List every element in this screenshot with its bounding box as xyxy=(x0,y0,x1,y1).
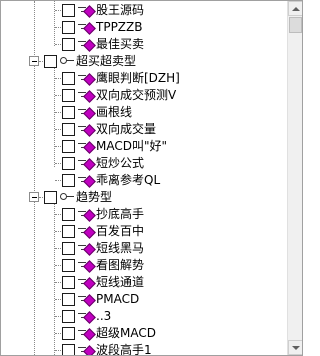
list-item[interactable]: 画根线 xyxy=(1,104,286,121)
item-label: 抄底高手 xyxy=(96,207,145,221)
key-icon xyxy=(60,55,74,67)
checkbox[interactable] xyxy=(62,174,75,187)
item-label: 百发百中 xyxy=(96,224,145,238)
checkbox[interactable] xyxy=(62,106,75,119)
checkbox[interactable] xyxy=(62,208,75,221)
formula-icon xyxy=(78,344,96,355)
checkbox[interactable] xyxy=(62,327,75,340)
list-item[interactable]: 百发百中 xyxy=(1,223,286,240)
checkbox[interactable] xyxy=(62,38,75,51)
scroll-up-button[interactable] xyxy=(288,1,302,16)
list-item[interactable]: 短线通道 xyxy=(1,274,286,291)
checkbox[interactable] xyxy=(62,344,75,355)
formula-icon xyxy=(78,259,96,273)
list-item[interactable]: 抄底高手 xyxy=(1,206,286,223)
list-item[interactable]: 乖离参考QL xyxy=(1,172,286,189)
item-label: 看图解势 xyxy=(96,258,145,272)
checkbox[interactable] xyxy=(62,140,75,153)
checkbox[interactable] xyxy=(62,123,75,136)
list-item[interactable]: ..3 xyxy=(1,308,286,325)
chevron-down-icon xyxy=(292,346,300,350)
item-label: 鹰眼判断[DZH] xyxy=(96,71,180,85)
checkbox[interactable] xyxy=(62,293,75,306)
collapse-toggle[interactable] xyxy=(29,56,39,66)
scroll-down-button[interactable] xyxy=(288,340,302,355)
item-label: PMACD xyxy=(96,292,140,306)
item-label: 双向成交量 xyxy=(96,122,157,136)
list-item[interactable]: 波段高手1 xyxy=(1,342,286,356)
item-label: 超级MACD xyxy=(96,326,156,340)
chevron-up-icon xyxy=(292,7,300,11)
list-item[interactable]: 双向成交预测V xyxy=(1,87,286,104)
formula-tree-panel: 股王源码 TPPZZB 最佳买卖 超买超卖型 鹰眼判断[DZH] 双向成交预测V… xyxy=(0,0,303,356)
formula-icon xyxy=(78,310,96,324)
checkbox[interactable] xyxy=(62,72,75,85)
formula-icon xyxy=(78,174,96,188)
formula-icon xyxy=(78,21,96,35)
checkbox[interactable] xyxy=(62,242,75,255)
list-item[interactable]: 看图解势 xyxy=(1,257,286,274)
checkbox[interactable] xyxy=(44,191,57,204)
formula-icon xyxy=(78,4,96,18)
list-item[interactable]: PMACD xyxy=(1,291,286,308)
tree-group-trend[interactable]: 趋势型 xyxy=(1,189,286,206)
group-label: 超买超卖型 xyxy=(76,54,137,68)
item-label: 双向成交预测V xyxy=(96,88,177,102)
group-label: 趋势型 xyxy=(76,190,113,204)
key-icon xyxy=(60,191,74,203)
list-item[interactable]: 最佳买卖 xyxy=(1,36,286,53)
checkbox[interactable] xyxy=(44,55,57,68)
checkbox[interactable] xyxy=(62,225,75,238)
formula-icon xyxy=(78,106,96,120)
checkbox[interactable] xyxy=(62,4,75,17)
item-label: 波段高手1 xyxy=(96,343,152,356)
item-label: 股王源码 xyxy=(96,3,145,17)
item-label: 乖离参考QL xyxy=(96,173,161,187)
item-label: 短线通道 xyxy=(96,275,145,289)
item-label: 短线黑马 xyxy=(96,241,145,255)
formula-icon xyxy=(78,327,96,341)
formula-icon xyxy=(78,276,96,290)
scrollbar-thumb[interactable] xyxy=(289,17,302,33)
item-label: ..3 xyxy=(96,309,112,323)
checkbox[interactable] xyxy=(62,89,75,102)
formula-icon xyxy=(78,89,96,103)
formula-icon xyxy=(78,72,96,86)
checkbox[interactable] xyxy=(62,276,75,289)
formula-icon xyxy=(78,242,96,256)
list-item[interactable]: 股王源码 xyxy=(1,2,286,19)
list-item[interactable]: 鹰眼判断[DZH] xyxy=(1,70,286,87)
formula-icon xyxy=(78,225,96,239)
tree-group-overbought[interactable]: 超买超卖型 xyxy=(1,53,286,70)
collapse-toggle[interactable] xyxy=(29,192,39,202)
formula-tree: 股王源码 TPPZZB 最佳买卖 超买超卖型 鹰眼判断[DZH] 双向成交预测V… xyxy=(1,1,286,355)
checkbox[interactable] xyxy=(62,259,75,272)
list-item[interactable]: 超级MACD xyxy=(1,325,286,342)
checkbox[interactable] xyxy=(62,21,75,34)
formula-icon xyxy=(78,140,96,154)
formula-icon xyxy=(78,293,96,307)
item-label: 画根线 xyxy=(96,105,133,119)
formula-icon xyxy=(78,123,96,137)
item-label: 最佳买卖 xyxy=(96,37,145,51)
formula-icon xyxy=(78,208,96,222)
checkbox[interactable] xyxy=(62,310,75,323)
list-item[interactable]: MACD叫"好" xyxy=(1,138,286,155)
vertical-scrollbar[interactable] xyxy=(287,1,302,355)
item-label: TPPZZB xyxy=(96,20,143,34)
list-item[interactable]: 双向成交量 xyxy=(1,121,286,138)
list-item[interactable]: 短线黑马 xyxy=(1,240,286,257)
item-label: MACD叫"好" xyxy=(96,139,168,153)
list-item[interactable]: TPPZZB xyxy=(1,19,286,36)
formula-icon xyxy=(78,38,96,52)
